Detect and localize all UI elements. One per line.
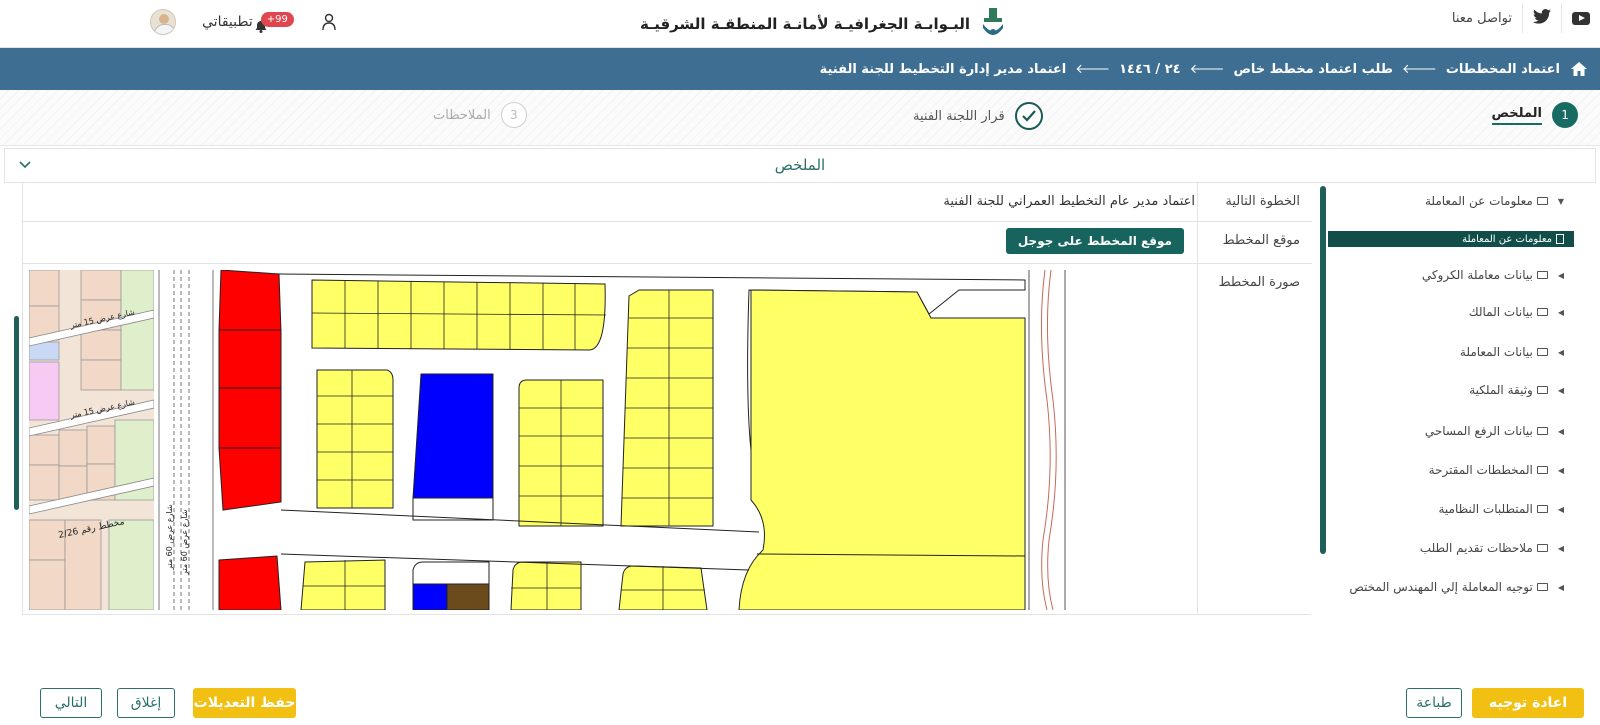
google-location-button[interactable]: موقع المخطط على جوجل xyxy=(1005,228,1184,254)
folder-icon xyxy=(1536,348,1548,356)
folder-icon xyxy=(1536,271,1548,279)
caret-left-icon[interactable]: ◀ xyxy=(1558,544,1564,553)
summary-title: الملخص xyxy=(774,156,826,174)
tree-item-label: المتطلبات النظامية xyxy=(1438,502,1533,516)
arrow-left-icon: 🡐 xyxy=(1075,62,1111,77)
tree-item[interactable]: ◀ بيانات الرفع المساحي xyxy=(1425,424,1564,438)
arrow-left-icon: 🡐 xyxy=(1189,62,1225,77)
contact-us-link[interactable]: تواصل معنا xyxy=(1452,11,1512,26)
redirect-button[interactable]: اعادة توجيه xyxy=(1472,688,1584,718)
breadcrumb-item[interactable]: ٢٤ / ١٤٤٦ xyxy=(1119,62,1180,77)
close-button[interactable]: إغلاق xyxy=(117,688,175,718)
my-apps-link[interactable]: تطبيقاتي xyxy=(202,14,253,30)
folder-icon xyxy=(1536,583,1548,591)
divider xyxy=(1522,3,1523,33)
breadcrumb-item[interactable]: اعتماد المخططات xyxy=(1446,62,1560,77)
tree-scrollbar[interactable] xyxy=(1320,186,1326,554)
checkmark-icon xyxy=(1014,102,1043,130)
step-summary[interactable]: 1 الملخص xyxy=(1491,102,1578,128)
tree-item-label: بيانات المالك xyxy=(1468,305,1533,319)
tree-item-label: ملاحظات تقديم الطلب xyxy=(1419,541,1533,555)
avatar[interactable] xyxy=(150,9,176,35)
plan-map-image[interactable]: شارع عرض 15 متر شارع عرض 15 متر مخطط رقم… xyxy=(29,270,1092,610)
folder-icon xyxy=(1536,427,1548,435)
plan-image-label: صورة المخطط xyxy=(1197,264,1312,615)
folder-icon xyxy=(1536,386,1548,394)
home-icon[interactable] xyxy=(1570,60,1588,78)
tree-item[interactable]: ◀ وثيقة الملكية xyxy=(1469,383,1564,397)
folder-icon xyxy=(1536,308,1548,316)
tree-item[interactable]: ◀ المتطلبات النظامية xyxy=(1438,502,1564,516)
folder-icon xyxy=(1536,505,1548,513)
left-scrollbar[interactable] xyxy=(14,316,19,510)
step-label: الملاحظات xyxy=(433,107,491,123)
next-button[interactable]: التالي xyxy=(40,688,102,718)
next-step-row: الخطوة التالية اعتماد مدير عام التخطيط ا… xyxy=(23,183,1312,222)
breadcrumb-item[interactable]: اعتماد مدير إدارة التخطيط للجنة الفنية xyxy=(820,62,1067,77)
summary-details: الخطوة التالية اعتماد مدير عام التخطيط ا… xyxy=(22,183,1312,615)
caret-left-icon[interactable]: ◀ xyxy=(1558,386,1564,395)
step-label: الملخص xyxy=(1491,106,1542,125)
tree-root-label: معلومات عن المعاملة xyxy=(1424,194,1533,208)
tree-item[interactable]: ◀ ملاحظات تقديم الطلب xyxy=(1420,541,1564,555)
street-label: شارع عرض 60 متر xyxy=(180,509,189,576)
breadcrumb-item[interactable]: طلب اعتماد مخطط خاص xyxy=(1233,62,1393,77)
user-icon[interactable] xyxy=(321,13,337,31)
header-left-tools: تطبيقاتي +99 xyxy=(150,4,337,40)
divider xyxy=(1561,3,1562,33)
caret-left-icon[interactable]: ◀ xyxy=(1558,427,1564,436)
caret-left-icon[interactable]: ◀ xyxy=(1558,583,1564,592)
twitter-icon[interactable] xyxy=(1533,8,1551,28)
caret-down-icon[interactable]: ▼ xyxy=(1558,197,1564,206)
print-button[interactable]: طباعة xyxy=(1406,688,1462,718)
tree-item-label: وثيقة الملكية xyxy=(1469,383,1533,397)
step-number: 1 xyxy=(1552,102,1578,128)
tree-item-label: بيانات المعاملة xyxy=(1459,345,1533,359)
arrow-left-icon: 🡐 xyxy=(1401,62,1437,77)
next-step-label: الخطوة التالية xyxy=(1197,183,1312,221)
file-icon xyxy=(1556,234,1564,244)
breadcrumb: اعتماد المخططات 🡐 طلب اعتماد مخطط خاص 🡐 … xyxy=(0,48,1600,90)
tree-root[interactable]: ▼ معلومات عن المعاملة xyxy=(1425,194,1564,208)
tree-item-label: توجيه المعاملة إلي المهندس المختص xyxy=(1349,580,1533,594)
caret-left-icon[interactable]: ◀ xyxy=(1558,505,1564,514)
caret-left-icon[interactable]: ◀ xyxy=(1558,308,1564,317)
tree-item[interactable]: ◀ بيانات معاملة الكروكي xyxy=(1422,268,1564,282)
header-right-links: تواصل معنا xyxy=(1452,0,1590,36)
tree-item-label: معلومات عن المعاملة xyxy=(1462,233,1552,245)
wizard-stepper: 1 الملخص قرار اللجنة الفنية 3 الملاحظات xyxy=(0,90,1600,146)
portal-title: البـوابـة الجغرافيـة لأمانـة المنطقـة ال… xyxy=(640,15,971,33)
caret-left-icon[interactable]: ◀ xyxy=(1558,271,1564,280)
step-committee-decision[interactable]: قرار اللجنة الفنية xyxy=(913,102,1043,130)
youtube-icon[interactable] xyxy=(1572,11,1590,25)
tree-item[interactable]: ◀ المخططات المقترحة xyxy=(1429,463,1564,477)
step-number: 3 xyxy=(500,102,527,128)
step-label: قرار اللجنة الفنية xyxy=(913,108,1005,124)
plan-image-row: صورة المخطط شارع عرض 15 متر شارع عرض 15 … xyxy=(23,264,1312,615)
tree-item[interactable]: ◀ بيانات المعاملة xyxy=(1460,345,1564,359)
notification-badge: +99 xyxy=(260,12,294,27)
folder-open-icon xyxy=(1536,197,1548,205)
transaction-tree: ▼ معلومات عن المعاملة معلومات عن المعامل… xyxy=(1320,184,1576,602)
tree-item[interactable]: ◀ بيانات المالك xyxy=(1469,305,1564,319)
summary-panel-header[interactable]: الملخص xyxy=(4,148,1596,183)
plan-location-row: موقع المخطط موقع المخطط على جوجل xyxy=(23,222,1312,264)
tree-item-label: بيانات معاملة الكروكي xyxy=(1421,268,1533,282)
next-step-value: اعتماد مدير عام التخطيط العمراني للجنة ا… xyxy=(943,194,1195,209)
top-header: تواصل معنا البـوابـة الجغرافيـة لأمانـة … xyxy=(0,0,1600,48)
tree-item-label: المخططات المقترحة xyxy=(1428,463,1533,477)
folder-icon xyxy=(1536,544,1548,552)
portal-brand[interactable]: البـوابـة الجغرافيـة لأمانـة المنطقـة ال… xyxy=(640,4,1006,44)
folder-icon xyxy=(1536,466,1548,474)
street-label: شارع عرض 60 متر xyxy=(165,504,174,571)
caret-left-icon[interactable]: ◀ xyxy=(1558,466,1564,475)
tree-item[interactable]: ◀ توجيه المعاملة إلي المهندس المختص xyxy=(1349,580,1564,594)
municipality-logo xyxy=(983,8,1004,35)
step-notes[interactable]: 3 الملاحظات xyxy=(433,102,527,128)
tree-item-selected[interactable]: معلومات عن المعاملة xyxy=(1328,231,1574,247)
tree-item-label: بيانات الرفع المساحي xyxy=(1424,424,1533,438)
save-changes-button[interactable]: حفظ التعديلات xyxy=(193,688,296,718)
plan-location-label: موقع المخطط xyxy=(1197,222,1312,263)
caret-left-icon[interactable]: ◀ xyxy=(1558,348,1564,357)
